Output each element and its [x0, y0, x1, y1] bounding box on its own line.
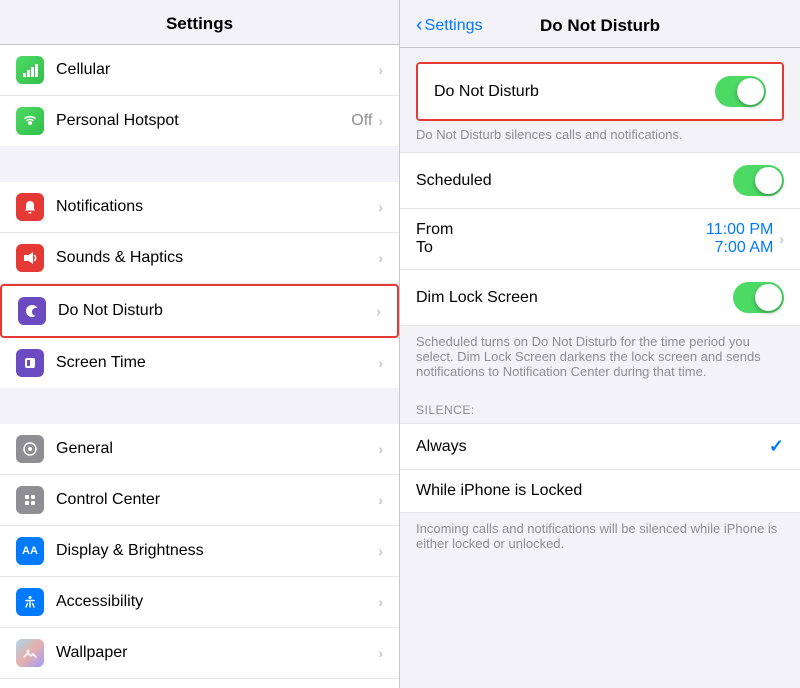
accessibility-chevron: › — [378, 594, 383, 610]
from-to-chevron: › — [779, 231, 784, 247]
cellular-chevron: › — [378, 62, 383, 78]
always-checkmark: ✓ — [769, 436, 784, 457]
dnd-main-label: Do Not Disturb — [434, 83, 715, 101]
silence-section: Always ✓ While iPhone is Locked — [400, 423, 800, 513]
time-values: 11:00 PM 7:00 AM — [706, 221, 773, 257]
dim-lock-row: Dim Lock Screen — [400, 270, 800, 325]
wallpaper-chevron: › — [378, 645, 383, 661]
sidebar-item-siri[interactable]: Siri & Search › — [0, 679, 399, 688]
settings-left-panel: Settings Cellular › — [0, 0, 400, 688]
to-label: To — [416, 239, 706, 257]
while-locked-row[interactable]: While iPhone is Locked — [400, 470, 800, 512]
sidebar-item-display[interactable]: AA Display & Brightness › — [0, 526, 399, 577]
settings-group-alerts: Notifications › Sounds & Haptics › — [0, 182, 399, 388]
display-icon: AA — [16, 537, 44, 565]
dnd-toggle-row: Do Not Disturb — [418, 64, 782, 119]
cellular-label: Cellular — [56, 61, 378, 79]
settings-group-network: Cellular › Personal Hotspot Off › — [0, 45, 399, 146]
iphone-locked-description: Incoming calls and notifications will be… — [400, 513, 800, 561]
notifications-chevron: › — [378, 199, 383, 215]
scheduled-toggle-thumb — [755, 167, 782, 194]
notifications-label: Notifications — [56, 198, 378, 216]
from-to-labels: From To — [416, 221, 706, 257]
scheduled-note: Scheduled turns on Do Not Disturb for th… — [400, 326, 800, 389]
sidebar-item-accessibility[interactable]: Accessibility › — [0, 577, 399, 628]
settings-list: Cellular › Personal Hotspot Off › — [0, 45, 399, 688]
left-panel-header: Settings — [0, 0, 399, 45]
screentime-label: Screen Time — [56, 354, 378, 372]
separator-2 — [0, 388, 399, 424]
right-panel-header: ‹ Settings Do Not Disturb — [400, 0, 800, 48]
sidebar-item-dnd[interactable]: Do Not Disturb › — [0, 284, 399, 338]
hotspot-value: Off — [351, 112, 372, 130]
display-label: Display & Brightness — [56, 542, 378, 560]
dim-lock-toggle-thumb — [755, 284, 782, 311]
scheduled-toggle[interactable] — [733, 165, 784, 196]
back-label: Settings — [425, 17, 483, 35]
silence-header: SILENCE: — [400, 389, 800, 423]
dim-lock-toggle[interactable] — [733, 282, 784, 313]
sidebar-item-sounds[interactable]: Sounds & Haptics › — [0, 233, 399, 284]
separator-1 — [0, 146, 399, 182]
dnd-toggle[interactable] — [715, 76, 766, 107]
sidebar-item-general[interactable]: General › — [0, 424, 399, 475]
back-chevron-icon: ‹ — [416, 14, 423, 37]
settings-group-device: General › Control Center › AA — [0, 424, 399, 688]
display-chevron: › — [378, 543, 383, 559]
sounds-chevron: › — [378, 250, 383, 266]
accessibility-label: Accessibility — [56, 593, 378, 611]
dnd-chevron: › — [376, 303, 381, 319]
dnd-icon — [18, 297, 46, 325]
dnd-description: Do Not Disturb silences calls and notifi… — [400, 121, 800, 152]
to-time: 7:00 AM — [715, 239, 774, 257]
wallpaper-icon — [16, 639, 44, 667]
scheduled-section: Scheduled From To 11:00 PM 7:00 AM › Dim… — [400, 152, 800, 326]
sidebar-item-cellular[interactable]: Cellular › — [0, 45, 399, 96]
control-center-label: Control Center — [56, 491, 378, 509]
screentime-icon — [16, 349, 44, 377]
control-center-chevron: › — [378, 492, 383, 508]
always-label: Always — [416, 438, 769, 456]
cellular-icon — [16, 56, 44, 84]
wallpaper-label: Wallpaper — [56, 644, 378, 662]
general-label: General — [56, 440, 378, 458]
sidebar-item-notifications[interactable]: Notifications › — [0, 182, 399, 233]
dnd-right-panel: ‹ Settings Do Not Disturb Do Not Disturb… — [400, 0, 800, 688]
hotspot-icon — [16, 107, 44, 135]
right-panel-content: Do Not Disturb Do Not Disturb silences c… — [400, 48, 800, 688]
sidebar-item-hotspot[interactable]: Personal Hotspot Off › — [0, 96, 399, 146]
dnd-label: Do Not Disturb — [58, 302, 376, 320]
scheduled-row: Scheduled — [400, 153, 800, 209]
back-button[interactable]: ‹ Settings — [416, 14, 482, 37]
from-time: 11:00 PM — [706, 221, 773, 239]
while-locked-label: While iPhone is Locked — [416, 482, 784, 500]
hotspot-label: Personal Hotspot — [56, 112, 351, 130]
dnd-main-section: Do Not Disturb — [416, 62, 784, 121]
from-to-row[interactable]: From To 11:00 PM 7:00 AM › — [400, 209, 800, 270]
sounds-label: Sounds & Haptics — [56, 249, 378, 267]
dim-lock-label: Dim Lock Screen — [416, 289, 733, 307]
general-icon — [16, 435, 44, 463]
right-panel-title: Do Not Disturb — [540, 16, 660, 36]
hotspot-chevron: › — [378, 113, 383, 129]
screentime-chevron: › — [378, 355, 383, 371]
from-label: From — [416, 221, 706, 239]
sidebar-item-screentime[interactable]: Screen Time › — [0, 338, 399, 388]
accessibility-icon — [16, 588, 44, 616]
sidebar-item-wallpaper[interactable]: Wallpaper › — [0, 628, 399, 679]
always-row[interactable]: Always ✓ — [400, 424, 800, 470]
sounds-icon — [16, 244, 44, 272]
sidebar-item-control-center[interactable]: Control Center › — [0, 475, 399, 526]
general-chevron: › — [378, 441, 383, 457]
scheduled-label: Scheduled — [416, 172, 733, 190]
control-center-icon — [16, 486, 44, 514]
notifications-icon — [16, 193, 44, 221]
dnd-toggle-thumb — [737, 78, 764, 105]
